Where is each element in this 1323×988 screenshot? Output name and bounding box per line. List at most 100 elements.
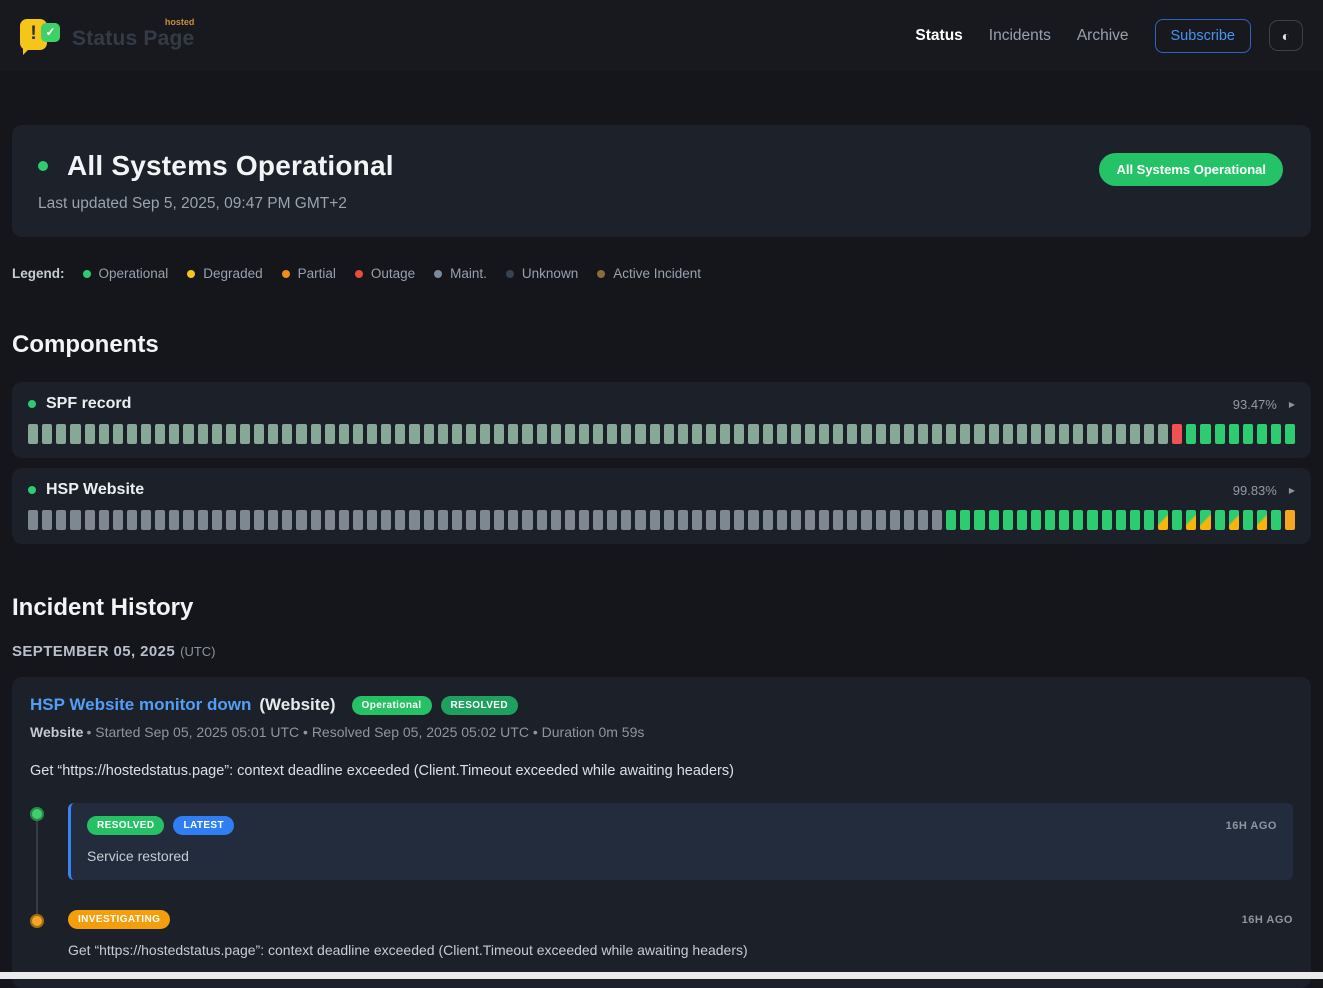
uptime-bar xyxy=(56,424,66,444)
uptime-bar xyxy=(565,510,575,530)
uptime-bar xyxy=(621,510,631,530)
uptime-bar xyxy=(1229,510,1239,530)
uptime-bar xyxy=(904,424,914,444)
uptime-bar xyxy=(198,510,208,530)
uptime-bar xyxy=(85,424,95,444)
nav-archive[interactable]: Archive xyxy=(1077,27,1129,45)
uptime-bar xyxy=(847,424,857,444)
uptime-bar xyxy=(748,510,758,530)
component-status-dot xyxy=(28,400,36,408)
badge-investigating: INVESTIGATING xyxy=(68,910,170,929)
timeline-update-header: RESOLVEDLATEST16H AGO xyxy=(87,816,1277,835)
incident-component: (Website) xyxy=(259,695,335,715)
uptime-bar xyxy=(395,510,405,530)
uptime-bar xyxy=(1073,510,1083,530)
legend-dot-partial xyxy=(282,270,290,278)
uptime-bar xyxy=(240,510,250,530)
uptime-bar xyxy=(1003,510,1013,530)
legend-item-partial: Partial xyxy=(282,266,336,281)
uptime-bar xyxy=(904,510,914,530)
uptime-bar xyxy=(847,510,857,530)
uptime-bar xyxy=(805,510,815,530)
timeline-timestamp: 16H AGO xyxy=(1242,914,1293,926)
component-name: HSP Website xyxy=(46,481,144,499)
timeline-dot xyxy=(30,914,44,928)
expand-arrow-icon[interactable]: ▶ xyxy=(1289,400,1295,409)
uptime-bar xyxy=(650,424,660,444)
uptime-bar xyxy=(367,510,377,530)
component-header[interactable]: SPF record93.47%▶ xyxy=(28,395,1295,413)
uptime-bar xyxy=(1215,510,1225,530)
uptime-bar xyxy=(127,424,137,444)
uptime-bar xyxy=(1059,424,1069,444)
uptime-bar xyxy=(1087,424,1097,444)
uptime-bar xyxy=(127,510,137,530)
uptime-bar xyxy=(438,424,448,444)
uptime-bars xyxy=(28,424,1295,444)
uptime-bar xyxy=(99,510,109,530)
uptime-bar xyxy=(805,424,815,444)
uptime-bar xyxy=(876,510,886,530)
expand-arrow-icon[interactable]: ▶ xyxy=(1289,486,1295,495)
uptime-bar xyxy=(1116,424,1126,444)
uptime-bar xyxy=(861,424,871,444)
uptime-bar xyxy=(1087,510,1097,530)
badge-resolved: RESOLVED xyxy=(87,816,164,835)
uptime-bar xyxy=(452,510,462,530)
uptime-bar xyxy=(494,424,504,444)
timeline-update-2: INVESTIGATING16H AGOGet “https://hosteds… xyxy=(30,910,1293,958)
subscribe-button[interactable]: Subscribe xyxy=(1155,19,1251,53)
uptime-bar xyxy=(70,510,80,530)
nav-status[interactable]: Status xyxy=(915,27,962,45)
uptime-bar xyxy=(664,424,674,444)
timeline-update-1: RESOLVEDLATEST16H AGOService restored xyxy=(30,803,1293,880)
nav-incidents[interactable]: Incidents xyxy=(989,27,1051,45)
components-title: Components xyxy=(12,331,1311,359)
incident-meta-component: Website xyxy=(30,724,83,740)
uptime-bar xyxy=(85,510,95,530)
component-card-spf-record: SPF record93.47%▶ xyxy=(12,382,1311,458)
timeline-badges: INVESTIGATING xyxy=(68,910,170,929)
footer-strip xyxy=(0,972,1323,979)
uptime-bar xyxy=(155,510,165,530)
uptime-bar xyxy=(1158,424,1168,444)
uptime-bar xyxy=(28,510,38,530)
timeline-update-body: RESOLVEDLATEST16H AGOService restored xyxy=(68,803,1293,880)
incident-date-suffix: (UTC) xyxy=(180,644,215,659)
uptime-bar xyxy=(325,510,335,530)
legend-dot-maint xyxy=(434,270,442,278)
uptime-bar xyxy=(1271,424,1281,444)
components-list: SPF record93.47%▶ HSP Website 99.83% ▶ xyxy=(12,382,1311,544)
theme-toggle-button[interactable]: ◐ xyxy=(1269,20,1303,51)
uptime-bar xyxy=(1158,510,1168,530)
component-card-hsp-website: HSP Website 99.83% ▶ xyxy=(12,468,1311,544)
uptime-bar xyxy=(169,424,179,444)
incident-title-link[interactable]: HSP Website monitor down xyxy=(30,695,251,715)
uptime-bar xyxy=(296,510,306,530)
uptime-bar xyxy=(1031,424,1041,444)
uptime-bar xyxy=(395,424,405,444)
uptime-bar xyxy=(664,510,674,530)
uptime-bar xyxy=(466,424,476,444)
brand[interactable]: ! ✓ hosted Status Page xyxy=(20,17,194,55)
incident-date: SEPTEMBER 05, 2025 xyxy=(12,643,175,660)
uptime-bar xyxy=(1102,424,1112,444)
incident-meta-details: • Started Sep 05, 2025 05:01 UTC • Resol… xyxy=(86,724,644,740)
uptime-bar xyxy=(706,424,716,444)
logo-icon: ! ✓ xyxy=(20,17,62,55)
uptime-bar xyxy=(42,424,52,444)
uptime-bar xyxy=(1229,424,1239,444)
badge-operational: Operational xyxy=(352,696,432,715)
uptime-bar xyxy=(1243,510,1253,530)
uptime-bar xyxy=(282,510,292,530)
uptime-bar xyxy=(1285,510,1295,530)
uptime-bar xyxy=(593,510,603,530)
uptime-percentage: 99.83% xyxy=(1233,483,1277,498)
component-header[interactable]: HSP Website 99.83% ▶ xyxy=(28,481,1295,499)
uptime-bar xyxy=(240,424,250,444)
uptime-bar xyxy=(296,424,306,444)
timeline-update-header: INVESTIGATING 16H AGO xyxy=(68,910,1293,929)
uptime-bar xyxy=(777,424,787,444)
uptime-bar xyxy=(452,424,462,444)
timeline-update-body: INVESTIGATING16H AGOGet “https://hosteds… xyxy=(68,910,1293,958)
